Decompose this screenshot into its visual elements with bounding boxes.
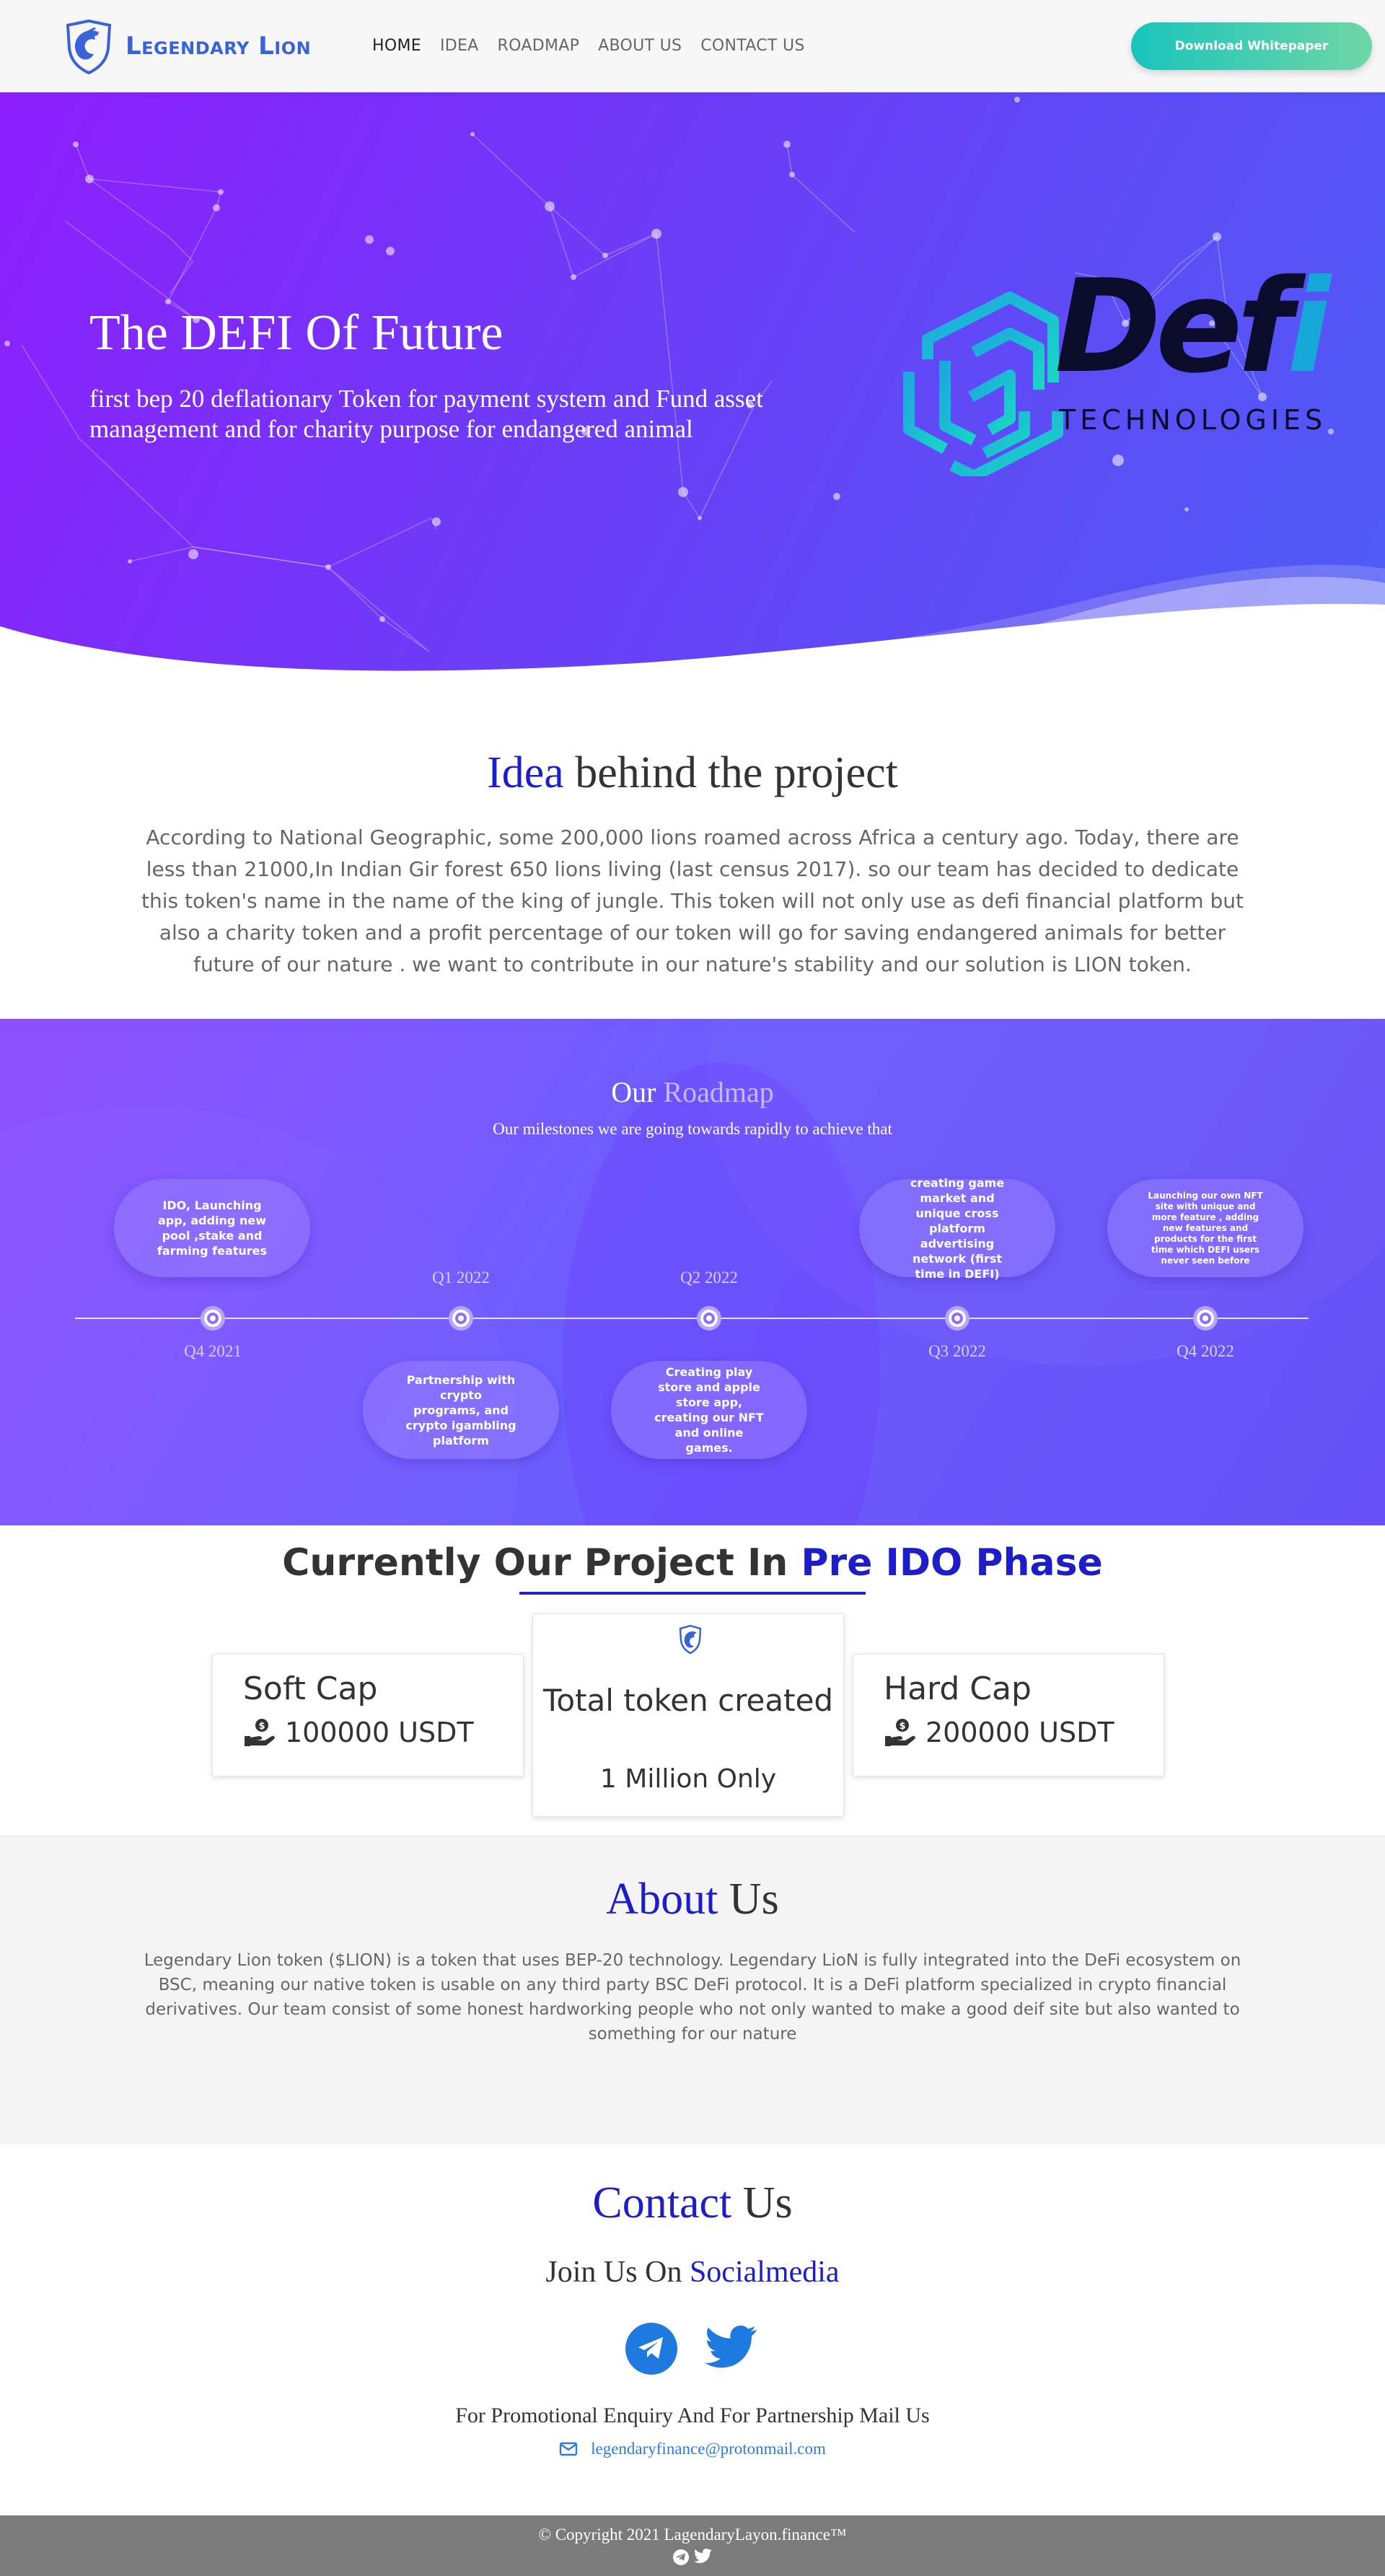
join-accent: Socialmedia	[689, 2256, 840, 2289]
roadmap-label-q4-2022: Q4 2022	[1177, 1342, 1234, 1360]
hard-cap-title: Hard Cap	[884, 1670, 1032, 1707]
roadmap-label-q3-2022: Q3 2022	[928, 1342, 986, 1360]
roadmap-dot-q2-2022	[697, 1306, 721, 1331]
pre-ido-title-accent: Pre IDO Phase	[801, 1541, 1103, 1585]
navbar: Legendary Lion HOME IDEA ROADMAP ABOUT U…	[0, 0, 1385, 92]
defi-tagline: TECHNOLOGIES	[1059, 404, 1327, 436]
roadmap-bubble-q4-2022: Launching our own NFT site with unique a…	[1107, 1179, 1303, 1277]
copyright-text: © Copyright 2021 LagendaryLayon.finance™	[538, 2525, 847, 2544]
email-link[interactable]: legendaryfinance@protonmail.com	[591, 2440, 826, 2458]
hard-cap-card: Hard Cap $ 200000 USDT	[853, 1654, 1164, 1777]
svg-text:$: $	[899, 1721, 905, 1732]
telegram-link[interactable]	[625, 2323, 677, 2375]
download-whitepaper-button[interactable]: Download Whitepaper	[1131, 22, 1372, 70]
envelope-icon	[559, 2442, 578, 2456]
hero-section: The DEFI Of Future first bep 20 deflatio…	[0, 92, 1385, 677]
hand-coin-icon: $	[245, 1719, 275, 1746]
roadmap-bubble-q2-2022: Creating play store and apple store app,…	[611, 1361, 807, 1459]
twitter-icon	[705, 2326, 757, 2368]
join-text: Join Us On	[545, 2256, 690, 2289]
roadmap-section: Our Roadmap Our milestones we are going …	[0, 1019, 1385, 1525]
nav-link-about[interactable]: ABOUT US	[598, 37, 682, 55]
contact-section: Contact Us Join Us On Socialmedia For Pr…	[0, 2145, 1385, 2515]
about-title-accent: About	[606, 1875, 718, 1924]
total-token-card: Total token created 1 Million Only	[532, 1613, 844, 1817]
footer: © Copyright 2021 LagendaryLayon.finance™	[0, 2515, 1385, 2576]
idea-title: Idea behind the project	[0, 748, 1385, 799]
roadmap-bubble-q1-2022: Partnership with crypto programs, and cr…	[363, 1361, 559, 1459]
nav-link-idea[interactable]: IDEA	[440, 37, 479, 55]
idea-title-accent: Idea	[487, 748, 564, 797]
roadmap-label-q4-2021: Q4 2021	[184, 1342, 242, 1360]
pre-ido-section: Currently Our Project In Pre IDO Phase S…	[0, 1525, 1385, 1836]
roadmap-bubble-q3-2022: creating game market and unique cross pl…	[859, 1176, 1055, 1281]
about-title-rest: Us	[718, 1875, 779, 1924]
roadmap-label-q1-2022: Q1 2022	[432, 1269, 490, 1287]
about-title: About Us	[0, 1874, 1385, 1925]
roadmap-dot-q4-2022	[1193, 1306, 1218, 1331]
roadmap-title: Our Roadmap	[0, 1075, 1385, 1109]
defi-wordmark: Defi	[1055, 263, 1331, 391]
promo-text: For Promotional Enquiry And For Partners…	[455, 2404, 930, 2427]
hand-coin-icon: $	[885, 1719, 915, 1746]
idea-text: According to National Geographic, some 2…	[141, 825, 1244, 976]
roadmap-subtitle: Our milestones we are going towards rapi…	[493, 1120, 892, 1138]
roadmap-dot-q4-2021	[201, 1306, 225, 1331]
defi-wordmark-end: i	[1286, 252, 1331, 401]
social-links	[0, 2323, 1385, 2375]
soft-cap-card: Soft Cap $ 100000 USDT	[212, 1654, 524, 1777]
roadmap-bubble-q4-2021: IDO, Launching app, adding new pool ,sta…	[114, 1179, 310, 1277]
contact-title-rest: Us	[731, 2178, 793, 2227]
join-socialmedia: Join Us On Socialmedia	[0, 2255, 1385, 2290]
nav-link-roadmap[interactable]: ROADMAP	[498, 37, 580, 55]
hard-cap-value: 200000 USDT	[925, 1717, 1114, 1748]
roadmap-dot-q1-2022	[449, 1306, 473, 1331]
twitter-icon[interactable]	[694, 2549, 713, 2564]
brand[interactable]: Legendary Lion	[62, 18, 372, 74]
footer-social-icons	[0, 2549, 1385, 2566]
about-text: Legendary Lion token ($LION) is a token …	[144, 1951, 1241, 2043]
roadmap-label-q2-2022: Q2 2022	[680, 1269, 738, 1287]
contact-title-accent: Contact	[592, 2178, 732, 2227]
twitter-link[interactable]	[705, 2323, 760, 2375]
soft-cap-title: Soft Cap	[243, 1670, 378, 1707]
hero-subtitle: first bep 20 deflationary Token for paym…	[89, 385, 763, 443]
nav-link-contact[interactable]: CONTACT US	[700, 37, 804, 55]
roadmap-timeline	[75, 1318, 1309, 1319]
defi-wordmark-main: Def	[1055, 252, 1293, 401]
svg-text:$: $	[258, 1721, 265, 1732]
nav-links: HOME IDEA ROADMAP ABOUT US CONTACT US	[372, 37, 805, 55]
hard-cap-row: $ 200000 USDT	[884, 1717, 1114, 1748]
total-token-value: 1 Million Only	[599, 1764, 777, 1794]
contact-title: Contact Us	[0, 2178, 1385, 2229]
pre-ido-title: Currently Our Project In Pre IDO Phase	[0, 1541, 1385, 1585]
title-underline	[519, 1592, 866, 1595]
roadmap-title-main: Our	[611, 1076, 664, 1108]
soft-cap-row: $ 100000 USDT	[243, 1717, 474, 1748]
lion-shield-small-icon	[679, 1624, 702, 1655]
hero-title: The DEFI Of Future	[89, 305, 504, 361]
lion-shield-logo-icon	[66, 19, 112, 74]
total-token-title: Total token created	[542, 1683, 834, 1718]
telegram-icon[interactable]	[672, 2549, 690, 2566]
roadmap-title-light: Roadmap	[663, 1076, 774, 1108]
idea-section: Idea behind the project According to Nat…	[0, 677, 1385, 1019]
brand-name: Legendary Lion	[126, 31, 312, 61]
about-section: About Us Legendary Lion token ($LION) is…	[0, 1836, 1385, 2145]
telegram-icon	[638, 2337, 663, 2359]
idea-title-rest: behind the project	[563, 748, 898, 797]
soft-cap-value: 100000 USDT	[285, 1717, 474, 1748]
email-row: legendaryfinance@protonmail.com	[0, 2440, 1385, 2458]
pre-ido-title-pre: Currently Our Project In	[282, 1541, 801, 1585]
roadmap-dot-q3-2022	[945, 1306, 970, 1331]
nav-link-home[interactable]: HOME	[372, 37, 421, 55]
